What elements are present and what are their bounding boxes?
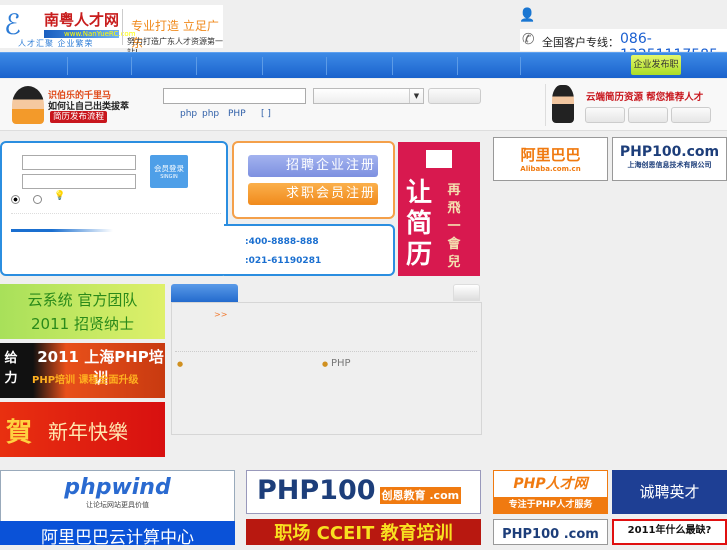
horse-logo-icon: ℰ xyxy=(4,8,21,41)
bullet-icon: ● xyxy=(322,360,329,368)
divider xyxy=(545,84,546,126)
ad-title: PHP100.com xyxy=(619,144,720,160)
hot-link[interactable]: PHP xyxy=(228,109,246,119)
resume-banner-text: 让简历 xyxy=(405,178,432,270)
talent-promo-text: 云端简历资源 帮您推荐人才 xyxy=(586,92,704,103)
ad-sub: 创恩教育 .com xyxy=(379,487,462,504)
hotline-label: 全国客户专线： xyxy=(542,36,619,49)
php-talent-ad[interactable]: PHP人才网专注于PHP人才服务 xyxy=(493,470,608,514)
ad-sub: 让论坛网站更具价值 xyxy=(86,501,149,509)
contact-phone-2: :021-61190281 xyxy=(245,256,322,266)
talent-button-3[interactable] xyxy=(671,107,711,123)
radio-personal[interactable] xyxy=(11,195,20,204)
talent-button-2[interactable] xyxy=(628,107,668,123)
ad-title: PHP人才网 xyxy=(494,471,607,497)
site-logo[interactable]: ℰ 南粤人才网 www.NanYueRC.com 人才汇聚 企业繁荣 专业打造 … xyxy=(0,5,223,57)
hotline: ✆ 全国客户专线： 086-13251117585 xyxy=(520,29,727,63)
more-link[interactable]: >> xyxy=(214,310,227,319)
ad-sub: 专注于PHP人才服务 xyxy=(508,500,593,510)
username-input[interactable] xyxy=(22,155,136,170)
box-joiner xyxy=(222,226,226,274)
banner-line: 云系统 官方团队 xyxy=(27,291,138,309)
contact-box xyxy=(224,224,395,276)
login-button-sub: SINGIN xyxy=(160,174,178,180)
contact-phone-1: :400-8888-888 xyxy=(245,237,319,247)
bullet-icon: ● xyxy=(177,360,184,368)
logo-small-slogan: 人才汇聚 企业繁荣 xyxy=(18,39,94,48)
section-bar xyxy=(11,229,113,232)
divider xyxy=(175,351,477,352)
hot-link[interactable]: php xyxy=(180,109,197,119)
hiring-ad[interactable]: 诚聘英才 xyxy=(612,470,727,514)
chevron-down-icon: ▼ xyxy=(409,89,423,103)
hot-link[interactable]: php xyxy=(202,109,219,119)
consultant-icon xyxy=(552,85,574,123)
shortage-ad[interactable]: 2011年什么最缺? xyxy=(612,519,727,545)
recruit-banner[interactable]: 云系统 官方团队 2011 招贤纳士 xyxy=(0,284,165,339)
search-button[interactable] xyxy=(428,88,481,104)
banner-line: 给力 xyxy=(4,351,18,386)
php100-ad[interactable]: PHP100.com 上海创恩信息技术有限公司 xyxy=(612,137,727,181)
radio-company[interactable] xyxy=(33,195,42,204)
login-button-label: 会员登录 xyxy=(154,164,184,173)
main-nav xyxy=(0,52,727,78)
ad-sub: 上海创恩信息技术有限公司 xyxy=(627,161,712,169)
tab-active[interactable] xyxy=(171,284,238,303)
php-training-banner[interactable]: 给力 2011 上海PHP培训 PHP培训 课程全面升级 xyxy=(0,343,165,398)
register-box xyxy=(232,141,395,219)
divider xyxy=(11,213,221,214)
resume-banner-side: 再飛一會兒 xyxy=(447,183,461,270)
envelope-icon xyxy=(426,150,452,168)
news-item[interactable]: PHP xyxy=(331,358,351,369)
password-input[interactable] xyxy=(22,174,136,189)
publish-job-button[interactable]: 企业发布职位 xyxy=(631,55,681,90)
banner-line: PHP培训 课程全面升级 xyxy=(32,375,139,386)
resume-flow-link[interactable]: 简历发布流程 xyxy=(50,111,108,123)
logo-url: www.NanYueRC.com xyxy=(44,30,136,38)
tab-inactive[interactable] xyxy=(453,284,480,301)
phpwind-ad[interactable]: phpwind 让论坛网站更具价值 xyxy=(0,470,235,522)
banner-line: 新年快樂 xyxy=(48,420,128,444)
avatar-icon xyxy=(12,86,44,124)
ad-title: phpwind xyxy=(64,475,171,500)
ad-title: 阿里巴巴 xyxy=(520,146,581,164)
keyword-input[interactable] xyxy=(163,88,306,104)
user-icon[interactable]: 👤 xyxy=(519,8,535,23)
banner-line: 賀 xyxy=(6,418,33,448)
category-select[interactable]: ▼ xyxy=(313,88,424,104)
talent-button-1[interactable] xyxy=(585,107,625,123)
ad-sub: Alibaba.com.cn xyxy=(520,165,581,173)
php100-small-ad[interactable]: PHP100 .com xyxy=(493,519,608,545)
banner-line: 2011 招贤纳士 xyxy=(31,315,134,333)
new-year-banner[interactable]: 賀 新年快樂 xyxy=(0,402,165,457)
company-register-button[interactable]: 招聘企业注册 xyxy=(248,155,378,177)
news-panel xyxy=(171,302,482,435)
logo-name: 南粤人才网 xyxy=(44,11,120,29)
member-register-button[interactable]: 求职会员注册 xyxy=(248,183,378,205)
aliyun-ad[interactable]: 阿里巴巴云计算中心 xyxy=(0,521,235,545)
resume-banner[interactable]: 让简历 再飛一會兒 xyxy=(398,142,480,276)
ad-title: PHP100 xyxy=(257,475,376,506)
bulb-icon: 💡 xyxy=(54,191,66,201)
php100-banner-ad[interactable]: PHP100 创恩教育 .com xyxy=(246,470,481,514)
cceit-ad[interactable]: 职场 CCEIT 教育培训 xyxy=(246,519,481,545)
logo-divider xyxy=(122,9,123,45)
hot-link[interactable]: [ ] xyxy=(261,109,271,119)
alibaba-ad[interactable]: 阿里巴巴 Alibaba.com.cn xyxy=(493,137,608,181)
phone-icon: ✆ xyxy=(522,30,535,48)
member-login-button[interactable]: 会员登录 SINGIN xyxy=(150,155,188,188)
